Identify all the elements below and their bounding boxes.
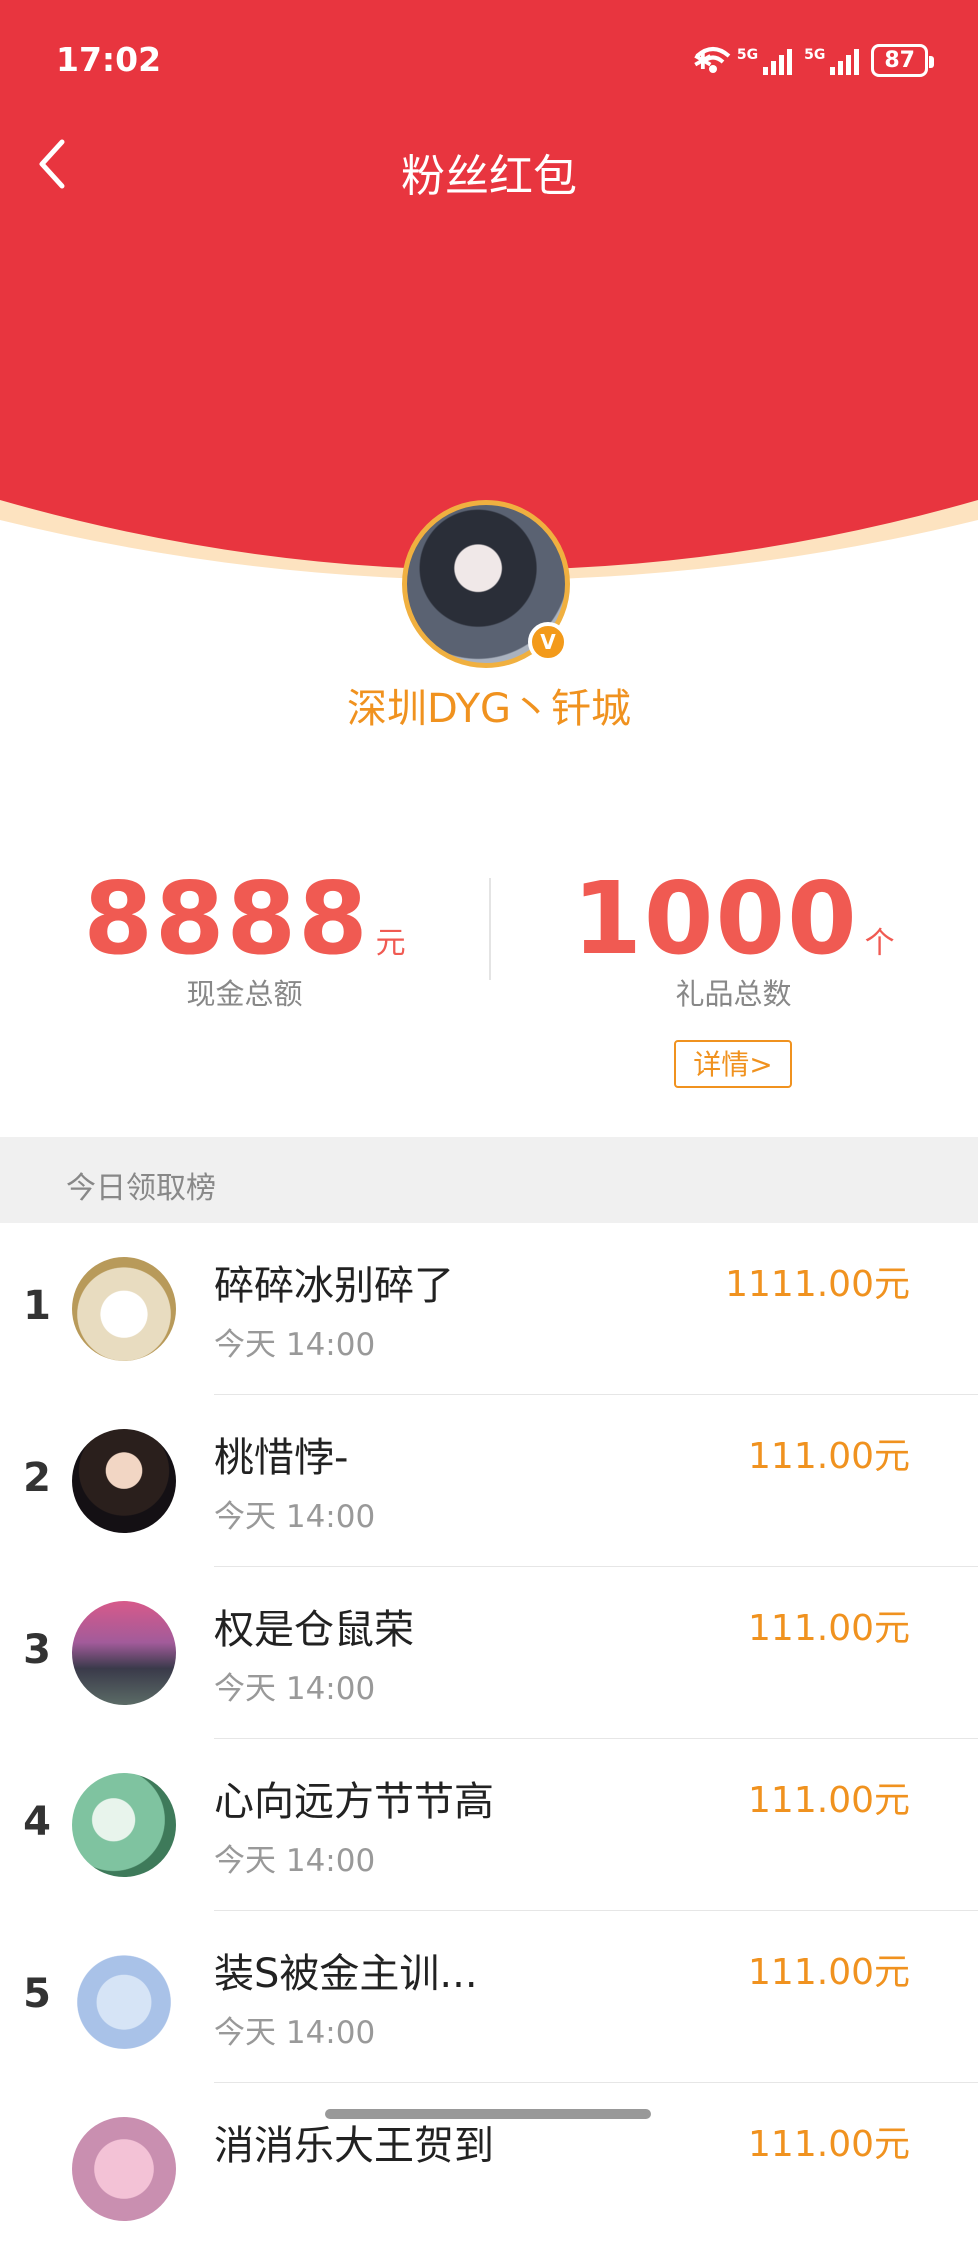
cash-total-unit: 元 (375, 926, 406, 961)
avatar[interactable] (72, 2117, 176, 2221)
claim-time: 今天 14:00 (214, 1499, 376, 1535)
cash-total-stat: 8888 元 现金总额 (0, 860, 489, 1013)
rank-number: 5 (23, 1971, 51, 2017)
signal-icon-2: 5G (804, 46, 860, 75)
user-name: 桃惜悖- (214, 1435, 349, 1481)
battery-icon: 87 (871, 44, 934, 77)
claim-time: 今天 14:00 (214, 1843, 376, 1879)
claim-time: 今天 14:00 (214, 1671, 376, 1707)
claim-time: 今天 14:00 (214, 1327, 376, 1363)
cash-total-value: 8888 (83, 860, 370, 977)
rank-number: 4 (23, 1799, 51, 1845)
rank-number: 2 (23, 1455, 51, 1501)
claim-time: 今天 14:00 (214, 2015, 376, 2051)
list-item[interactable]: 5 装S被金主训... 今天 14:00 111.00元 (0, 1911, 978, 2083)
gift-total-label: 礼品总数 (675, 977, 792, 1011)
user-name: 心向远方节节高 (214, 1779, 494, 1825)
avatar[interactable] (72, 1773, 176, 1877)
status-icons: ✱ 5G 5G 87 (693, 44, 934, 77)
leaderboard-title: 今日领取榜 (66, 1171, 216, 1206)
list-item[interactable]: 4 心向远方节节高 今天 14:00 111.00元 (0, 1739, 978, 1911)
list-item[interactable]: 3 权是仓鼠荣 今天 14:00 111.00元 (0, 1567, 978, 1739)
claim-amount: 111.00元 (748, 1780, 910, 1821)
signal-icon-1: 5G (736, 46, 793, 75)
list-item[interactable]: 1 碎碎冰别碎了 今天 14:00 1111.00元 (0, 1223, 978, 1395)
rank-number: 1 (23, 1283, 51, 1329)
user-name: 权是仓鼠荣 (214, 1607, 414, 1653)
gift-total-stat: 1000 个 礼品总数 (489, 860, 978, 1013)
leaderboard-header: 今日领取榜 (0, 1137, 978, 1223)
user-name: 消消乐大王贺到 (214, 2123, 494, 2169)
avatar[interactable] (72, 1601, 176, 1705)
gift-total-unit: 个 (864, 926, 895, 961)
claim-amount: 111.00元 (748, 1952, 910, 1993)
home-indicator[interactable] (325, 2109, 651, 2119)
cash-total-label: 现金总额 (186, 977, 303, 1011)
detail-button[interactable]: 详情> (674, 1040, 792, 1088)
verified-badge-icon: V (528, 622, 568, 662)
claim-amount: 111.00元 (748, 1436, 910, 1477)
network-type-2: 5G (804, 46, 826, 63)
username: 深圳DYG丶钎城 (346, 686, 632, 732)
leaderboard-list: 1 碎碎冰别碎了 今天 14:00 1111.00元 2 桃惜悖- 今天 14:… (0, 1223, 978, 2255)
avatar[interactable] (72, 1429, 176, 1533)
list-item[interactable]: 2 桃惜悖- 今天 14:00 111.00元 (0, 1395, 978, 1567)
avatar[interactable] (72, 1257, 176, 1361)
gift-total-value: 1000 (572, 860, 859, 977)
user-name: 装S被金主训... (214, 1951, 478, 1997)
page-title: 粉丝红包 (401, 151, 577, 202)
claim-amount: 111.00元 (748, 2124, 910, 2165)
rank-number: 3 (23, 1627, 51, 1673)
claim-amount: 111.00元 (748, 1608, 910, 1649)
claim-amount: 1111.00元 (725, 1264, 910, 1305)
avatar[interactable] (72, 1945, 176, 2049)
status-time: 17:02 (56, 40, 162, 79)
user-name: 碎碎冰别碎了 (214, 1263, 454, 1309)
network-type-1: 5G (736, 46, 759, 63)
